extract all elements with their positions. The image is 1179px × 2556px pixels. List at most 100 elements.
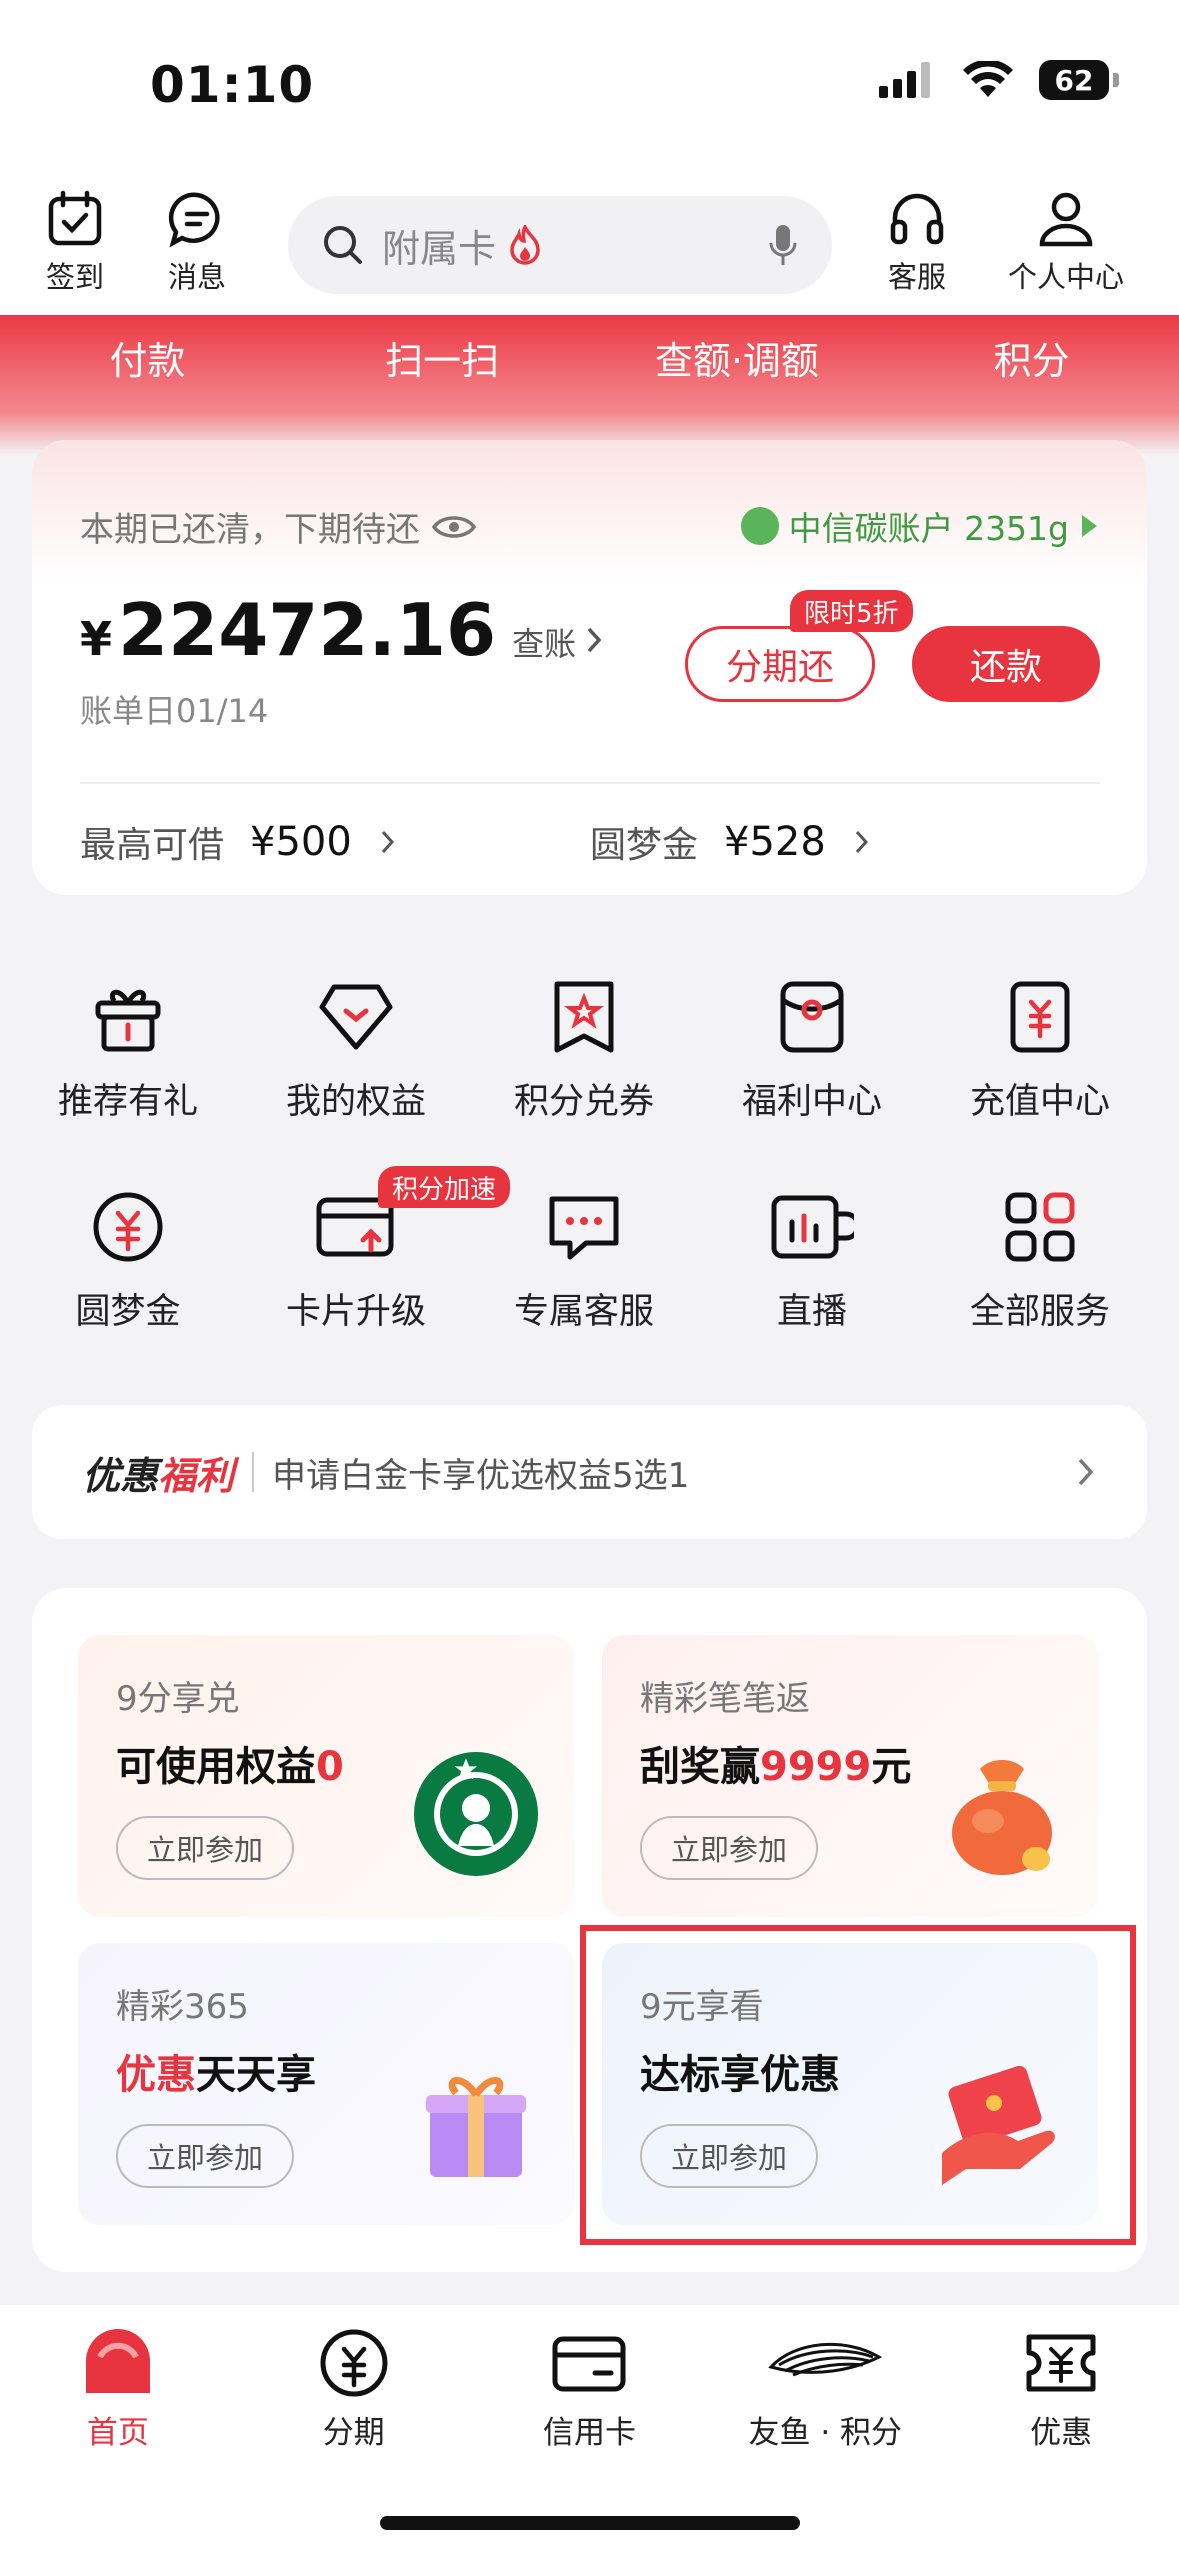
banner-separator: [252, 1452, 255, 1492]
max-borrow-link[interactable]: 最高可借 ¥500: [80, 816, 398, 868]
live-cup-icon: [771, 1195, 854, 1259]
yuan-coin-icon: [93, 1192, 163, 1262]
headset-icon: [890, 193, 944, 245]
chat-bubble-icon: [549, 1196, 619, 1260]
wifi-icon: [963, 61, 1013, 97]
service-recharge-center[interactable]: 充值中心: [940, 975, 1140, 1124]
credit-card-icon: [552, 2336, 626, 2392]
service-label: 全部服务: [969, 1292, 1110, 1332]
nav-label: 信用卡: [542, 2415, 636, 2451]
bill-card: 本期已还清，下期待还 中信碳账户 2351g ¥ 22472.16 查账 账单日…: [32, 440, 1147, 895]
nav-label: 首页: [86, 2415, 149, 2451]
service-exclusive-support[interactable]: 专属客服: [484, 1185, 684, 1334]
join-button[interactable]: 立即参加: [640, 1816, 818, 1880]
service-all[interactable]: 全部服务: [940, 1185, 1140, 1334]
activity-title-highlight: 9999: [760, 1744, 872, 1790]
money-bag-icon: [952, 1760, 1052, 1875]
carbon-label: 中信碳账户 2351g: [788, 509, 1069, 548]
tab-points[interactable]: 积分: [884, 330, 1179, 385]
service-label: 我的权益: [285, 1082, 426, 1122]
tab-credit-limit[interactable]: 查额·调额: [590, 330, 885, 385]
profile-label: 个人中心: [1008, 260, 1125, 294]
service-label: 充值中心: [969, 1082, 1110, 1122]
service-label: 卡片升级: [285, 1292, 426, 1332]
repay-button[interactable]: 还款: [912, 626, 1100, 702]
starbucks-logo-icon: [414, 1752, 538, 1876]
chevron-right-icon: [587, 627, 602, 653]
service-welfare-center[interactable]: 福利中心: [712, 975, 912, 1124]
highlight-box: [580, 1925, 1136, 2245]
bill-status: 本期已还清，下期待还: [80, 502, 476, 551]
banner-title-b: 福利: [158, 1453, 235, 1498]
calendar-check-icon: [48, 190, 102, 246]
activity-title-suffix: 元: [871, 1744, 912, 1790]
play-arrow-icon: [1082, 515, 1097, 537]
service-label: 福利中心: [741, 1082, 882, 1122]
tab-scan[interactable]: 扫一扫: [295, 330, 590, 385]
activity-title-text: 刮奖赢: [640, 1744, 760, 1790]
diamond-icon: [319, 984, 393, 1050]
nav-label: 优惠: [1030, 2415, 1093, 2451]
eye-icon[interactable]: [432, 512, 476, 542]
battery-indicator: 62: [1039, 60, 1109, 100]
carbon-account-link[interactable]: 中信碳账户 2351g: [740, 502, 1099, 550]
join-button[interactable]: 立即参加: [116, 1816, 294, 1880]
fish-icon: [768, 2342, 883, 2377]
yuan-card-icon: [1010, 981, 1070, 1053]
profile-button[interactable]: 个人中心: [1008, 190, 1124, 296]
cellular-signal-icon: [879, 62, 930, 98]
nav-offers[interactable]: 优惠: [961, 2327, 1161, 2556]
currency-symbol: ¥: [80, 612, 113, 666]
bill-amount-row[interactable]: ¥ 22472.16 查账: [80, 588, 606, 672]
dream-fund-link[interactable]: 圆梦金 ¥528: [590, 816, 872, 868]
customer-service-button[interactable]: 客服: [888, 190, 946, 296]
yuan-circle-icon: [320, 2329, 388, 2397]
service-referral[interactable]: 推荐有礼: [28, 975, 228, 1124]
service-dream-fund[interactable]: 圆梦金: [28, 1185, 228, 1334]
signin-label: 签到: [46, 260, 105, 294]
service-label: 直播: [776, 1292, 847, 1332]
activity-subtitle: 精彩365: [116, 1987, 249, 2027]
user-icon: [1039, 192, 1093, 247]
messages-button[interactable]: 消息: [168, 190, 226, 296]
microphone-icon[interactable]: [768, 223, 798, 267]
activity-title-highlight: 0: [316, 1744, 344, 1790]
messages-label: 消息: [168, 260, 227, 294]
max-borrow-label: 最高可借: [80, 825, 225, 866]
quick-tabs: 付款 扫一扫 查额·调额 积分: [0, 330, 1179, 385]
nav-home[interactable]: 首页: [18, 2327, 218, 2556]
join-button[interactable]: 立即参加: [116, 2124, 294, 2188]
leaf-icon: [740, 507, 779, 545]
benefit-banner[interactable]: 优惠 福利 申请白金卡享优选权益5选1: [32, 1405, 1147, 1539]
gift-box-icon: [95, 989, 161, 1052]
search-placeholder: 附属卡: [382, 226, 497, 271]
bill-amount: 22472.16: [118, 588, 497, 672]
ticket-icon: [1026, 2334, 1096, 2392]
service-label: 积分兑券: [513, 1082, 654, 1122]
signin-button[interactable]: 签到: [46, 190, 104, 296]
tab-pay[interactable]: 付款: [0, 330, 295, 385]
service-live[interactable]: 直播: [712, 1185, 912, 1334]
service-label: 推荐有礼: [57, 1082, 198, 1122]
dream-fund-value: ¥528: [724, 819, 826, 865]
activity-subtitle: 精彩笔笔返: [640, 1679, 810, 1719]
banner-title-a: 优惠: [82, 1453, 159, 1498]
check-bill-link[interactable]: 查账: [512, 619, 576, 665]
search-input[interactable]: 附属卡: [288, 196, 832, 294]
battery-nub: [1113, 73, 1119, 87]
status-time: 01:10: [150, 56, 315, 114]
chevron-right-icon: [1078, 1458, 1094, 1486]
installment-repay-button[interactable]: 分期还: [685, 626, 875, 702]
service-label: 圆梦金: [75, 1292, 181, 1332]
banner-text: 申请白金卡享优选权益5选1: [272, 1455, 690, 1496]
activity-title-highlight: 优惠: [116, 2052, 196, 2098]
search-icon: [324, 226, 362, 264]
red-envelope-icon: [780, 981, 844, 1053]
star-coupon-icon: [554, 981, 614, 1053]
service-my-benefits[interactable]: 我的权益: [256, 975, 456, 1124]
divider: [80, 782, 1100, 784]
bill-date: 账单日01/14: [80, 692, 269, 730]
flame-icon: [510, 225, 540, 265]
service-points-coupon[interactable]: 积分兑券: [484, 975, 684, 1124]
chevron-right-icon: [855, 830, 868, 854]
